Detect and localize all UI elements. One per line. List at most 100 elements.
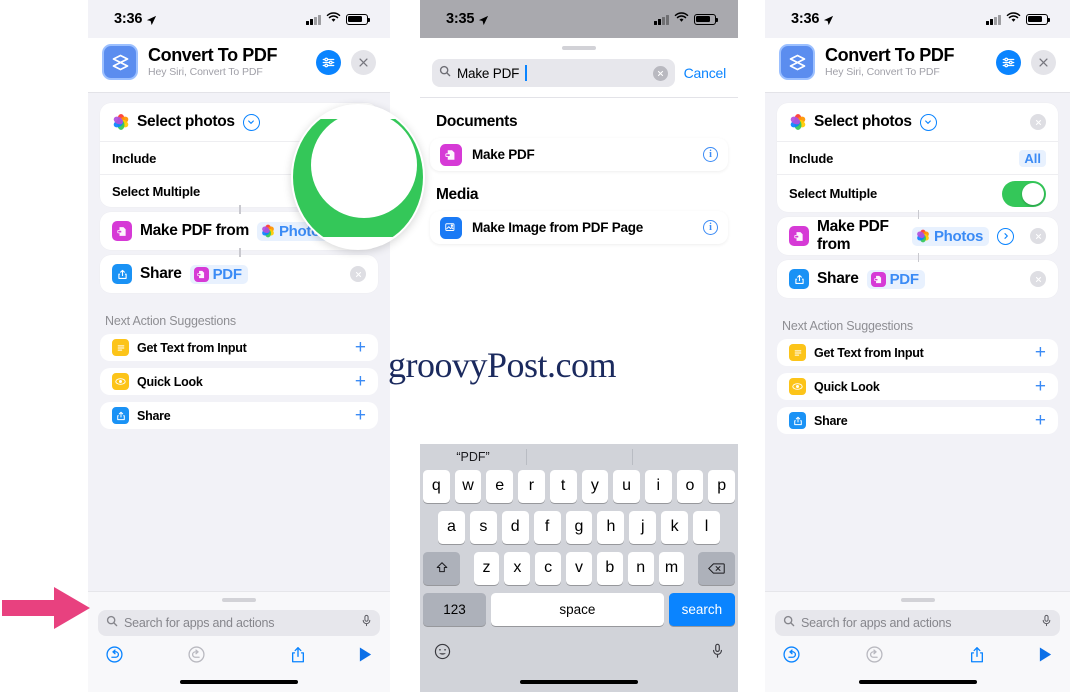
key-g[interactable]: g [565, 510, 593, 544]
share-up-icon[interactable] [969, 646, 985, 664]
play-icon[interactable] [358, 646, 373, 663]
sheet-grabber[interactable] [222, 597, 256, 602]
suggestion-get-text[interactable]: Get Text from Input + [100, 334, 378, 361]
key-p[interactable]: p [708, 469, 736, 503]
add-icon[interactable]: + [355, 338, 366, 357]
photos-icon [788, 114, 807, 131]
key-f[interactable]: f [533, 510, 561, 544]
key-l[interactable]: l [693, 510, 721, 544]
add-icon[interactable]: + [1035, 411, 1046, 430]
action-row[interactable]: Share PDF [100, 255, 378, 293]
action-card-select-photos[interactable]: Select photos Include All Select Multipl… [777, 103, 1058, 219]
share-up-icon[interactable] [290, 646, 306, 664]
result-make-image-from-pdf[interactable]: Make Image from PDF Page i [430, 211, 728, 244]
action-token-pdf[interactable]: PDF [189, 264, 248, 284]
key-u[interactable]: u [613, 469, 640, 503]
add-icon[interactable]: + [1035, 343, 1046, 362]
numbers-key[interactable]: 123 [423, 592, 487, 626]
redo-icon[interactable] [865, 645, 884, 664]
key-q[interactable]: q [422, 469, 450, 503]
close-button[interactable] [1031, 49, 1056, 75]
key-e[interactable]: e [486, 469, 514, 503]
status-right [654, 11, 719, 27]
suggestion-share[interactable]: Share + [777, 407, 1058, 434]
keyboard-gap [465, 552, 468, 585]
add-icon[interactable]: + [355, 372, 366, 391]
key-a[interactable]: a [438, 510, 465, 544]
suggestion-quick-look[interactable]: Quick Look + [777, 373, 1058, 400]
action-label: Share [817, 270, 859, 287]
action-card-share[interactable]: Share PDF [100, 255, 378, 293]
param-row-select-multiple[interactable]: Select Multiple [777, 174, 1058, 212]
action-token-photos[interactable]: Photos [911, 226, 989, 246]
cancel-button[interactable]: Cancel [684, 65, 727, 81]
emoji-icon[interactable] [434, 643, 451, 665]
remove-icon[interactable] [350, 266, 366, 282]
key-d[interactable]: d [501, 510, 529, 544]
redo-icon[interactable] [187, 645, 206, 664]
settings-button[interactable] [316, 49, 341, 75]
key-i[interactable]: i [644, 469, 672, 503]
backspace-icon[interactable] [697, 551, 736, 585]
select-multiple-toggle[interactable] [1002, 180, 1046, 207]
add-icon[interactable]: + [1035, 377, 1046, 396]
microphone-icon[interactable] [1041, 614, 1052, 632]
chevron-right-icon[interactable] [997, 227, 1014, 245]
remove-icon[interactable] [1030, 114, 1046, 130]
key-n[interactable]: n [627, 551, 654, 585]
action-row[interactable]: Share PDF [777, 260, 1058, 298]
suggestion-quick-look[interactable]: Quick Look + [100, 368, 378, 395]
sheet-grabber[interactable] [900, 597, 935, 602]
key-c[interactable]: c [535, 551, 562, 585]
close-button[interactable] [351, 49, 376, 75]
text-icon [112, 339, 129, 356]
chevron-down-icon[interactable] [242, 113, 260, 131]
key-j[interactable]: j [629, 510, 657, 544]
search-input[interactable]: Make PDF [432, 59, 675, 87]
suggestion-get-text[interactable]: Get Text from Input + [777, 339, 1058, 366]
key-z[interactable]: z [473, 551, 500, 585]
phone-panel-1: 3:36 Convert To PDF Hey Siri, Convert To… [88, 0, 390, 692]
key-o[interactable]: o [676, 469, 704, 503]
key-y[interactable]: y [581, 469, 609, 503]
action-row[interactable]: Make PDF from Photos [777, 217, 1058, 255]
result-make-pdf[interactable]: Make PDF i [430, 138, 728, 171]
action-card-share[interactable]: Share PDF [777, 260, 1058, 298]
key-h[interactable]: h [597, 510, 625, 544]
key-s[interactable]: s [469, 510, 497, 544]
space-key[interactable]: space [491, 592, 664, 626]
action-card-make-pdf[interactable]: Make PDF from Photos [777, 217, 1058, 262]
key-m[interactable]: m [658, 551, 685, 585]
search-input[interactable]: Search for apps and actions [775, 609, 1060, 636]
chevron-down-icon[interactable] [919, 113, 937, 131]
undo-icon[interactable] [782, 645, 801, 664]
param-value-include[interactable]: All [1019, 149, 1046, 167]
shift-icon[interactable] [422, 551, 461, 585]
key-r[interactable]: r [518, 469, 545, 503]
action-row-header[interactable]: Select photos [777, 103, 1058, 141]
search-input[interactable]: Search for apps and actions [98, 609, 380, 636]
search-key[interactable]: search [668, 592, 736, 626]
settings-button[interactable] [996, 49, 1021, 75]
key-b[interactable]: b [596, 551, 623, 585]
key-v[interactable]: v [566, 551, 592, 585]
undo-icon[interactable] [105, 645, 124, 664]
remove-icon[interactable] [1030, 228, 1046, 244]
param-label: Select Multiple [789, 186, 878, 201]
key-t[interactable]: t [549, 469, 577, 503]
suggestion-share[interactable]: Share + [100, 402, 378, 429]
key-k[interactable]: k [661, 510, 689, 544]
info-icon[interactable]: i [703, 220, 718, 235]
clear-icon[interactable] [652, 65, 668, 81]
suggestion-word-1[interactable]: “PDF” [420, 450, 526, 464]
action-token-pdf[interactable]: PDF [866, 269, 925, 289]
remove-icon[interactable] [1030, 271, 1046, 287]
microphone-icon[interactable] [711, 643, 724, 664]
key-x[interactable]: x [504, 551, 531, 585]
microphone-icon[interactable] [361, 614, 372, 632]
info-icon[interactable]: i [703, 147, 718, 162]
param-row-include[interactable]: Include All [777, 141, 1058, 174]
add-icon[interactable]: + [355, 406, 366, 425]
key-w[interactable]: w [454, 469, 482, 503]
play-icon[interactable] [1038, 646, 1053, 663]
